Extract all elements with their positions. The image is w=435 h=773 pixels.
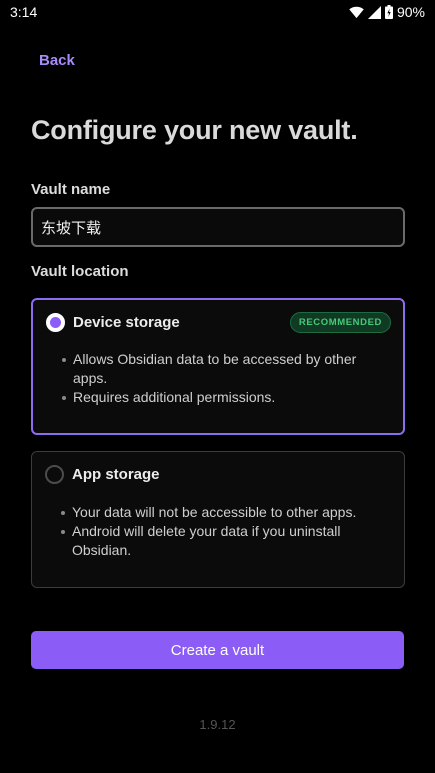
wifi-icon <box>349 6 364 18</box>
signal-icon <box>367 5 381 19</box>
list-item: Android will delete your data if you uni… <box>61 522 390 560</box>
device-storage-details: Allows Obsidian data to be accessed by o… <box>62 350 391 407</box>
app-storage-option[interactable]: App storage Your data will not be access… <box>31 451 405 588</box>
device-storage-radio[interactable] <box>46 313 65 332</box>
version-label: 1.9.12 <box>199 717 236 732</box>
vault-location-label: Vault location <box>31 263 129 280</box>
app-storage-details: Your data will not be accessible to othe… <box>61 503 390 560</box>
vault-name-input[interactable] <box>31 207 405 247</box>
status-bar: 3:14 90% <box>0 0 435 24</box>
status-icons: 90% <box>349 4 425 20</box>
list-item: Your data will not be accessible to othe… <box>61 503 390 522</box>
status-time: 3:14 <box>10 4 38 20</box>
list-item: Requires additional permissions. <box>62 388 391 407</box>
list-item: Allows Obsidian data to be accessed by o… <box>62 350 391 388</box>
page-title: Configure your new vault. <box>31 115 358 145</box>
back-link[interactable]: Back <box>39 52 75 69</box>
create-vault-button[interactable]: Create a vault <box>31 631 404 669</box>
app-storage-title: App storage <box>72 466 160 483</box>
device-storage-option[interactable]: Device storage RECOMMENDED Allows Obsidi… <box>31 298 405 435</box>
app-storage-radio[interactable] <box>45 465 64 484</box>
device-storage-title: Device storage <box>73 314 180 331</box>
battery-icon <box>384 5 393 19</box>
vault-name-label: Vault name <box>31 181 111 198</box>
recommended-badge: RECOMMENDED <box>289 312 391 333</box>
battery-percent: 90% <box>396 4 425 20</box>
